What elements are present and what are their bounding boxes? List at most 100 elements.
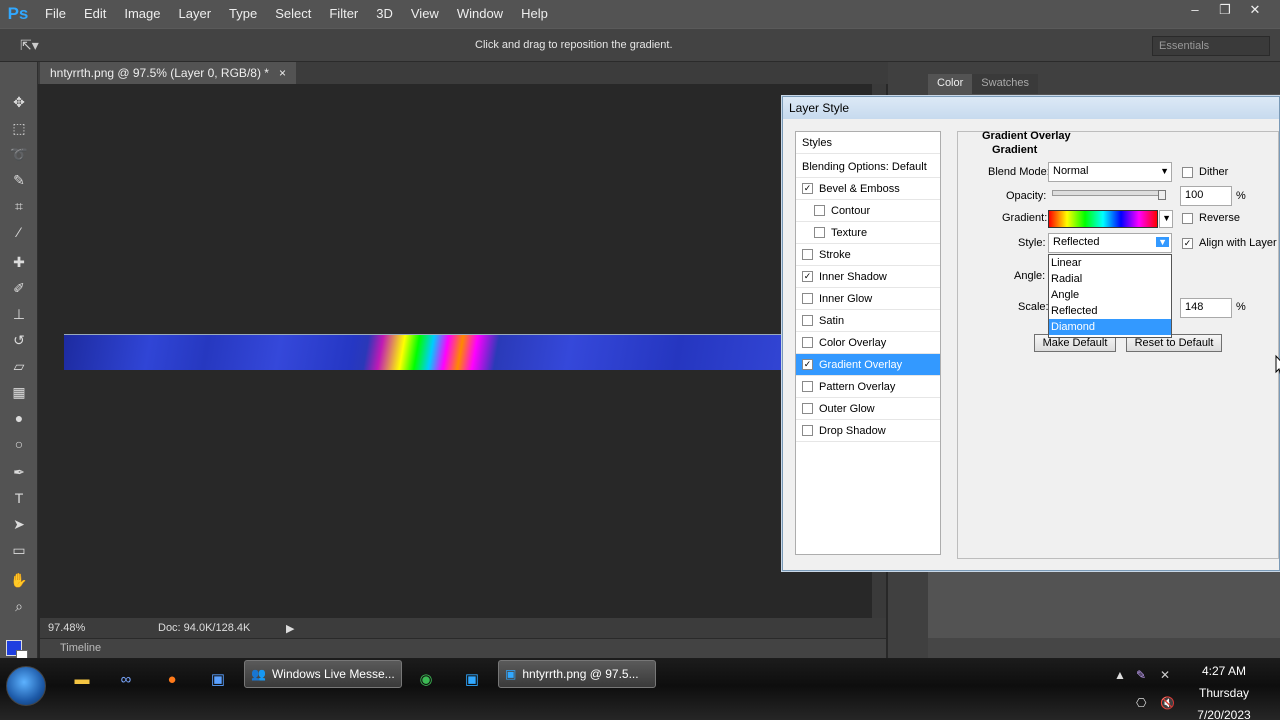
style-item-color-overlay[interactable]: Color Overlay	[796, 332, 940, 354]
style-item-inner-shadow[interactable]: ✓ Inner Shadow	[796, 266, 940, 288]
tray-close-icon[interactable]: ✕	[1160, 668, 1170, 682]
reverse-box[interactable]	[1182, 212, 1193, 224]
dodge-tool-icon[interactable]: ○	[9, 434, 29, 454]
healing-brush-icon[interactable]: ✚	[9, 252, 29, 272]
style-option-linear[interactable]: Linear	[1049, 255, 1171, 271]
checkbox-contour[interactable]	[814, 205, 825, 216]
lasso-tool-icon[interactable]: ➰	[9, 144, 29, 164]
workspace-switcher[interactable]: Essentials	[1152, 36, 1270, 56]
canvas-area[interactable]	[40, 84, 872, 618]
gradient-tool-icon[interactable]: ▦	[9, 382, 29, 402]
checkbox-pattern-overlay[interactable]	[802, 381, 813, 392]
rectangle-tool-icon[interactable]: ▭	[9, 540, 29, 560]
pen-tray-icon[interactable]: ✎	[1136, 668, 1146, 682]
timeline-panel[interactable]: Timeline	[40, 638, 886, 658]
checkbox-inner-shadow[interactable]: ✓	[802, 271, 813, 282]
style-item-stroke[interactable]: Stroke	[796, 244, 940, 266]
crop-tool-icon[interactable]: ⌗	[9, 196, 29, 216]
scale-input[interactable]: 148	[1180, 298, 1232, 318]
style-item-contour[interactable]: Contour	[796, 200, 940, 222]
menu-layer[interactable]: Layer	[170, 0, 221, 28]
checkbox-inner-glow[interactable]	[802, 293, 813, 304]
start-button[interactable]	[6, 666, 46, 706]
blend-mode-select[interactable]: Normal ▼	[1048, 162, 1172, 182]
opacity-slider[interactable]	[1052, 190, 1164, 196]
link-app-icon[interactable]: ∞	[110, 665, 142, 693]
firefox-icon[interactable]: ●	[156, 665, 188, 693]
menu-image[interactable]: Image	[115, 0, 169, 28]
checkbox-satin[interactable]	[802, 315, 813, 326]
path-select-icon[interactable]: ➤	[9, 514, 29, 534]
blending-options-item[interactable]: Blending Options: Default	[796, 156, 940, 178]
style-item-inner-glow[interactable]: Inner Glow	[796, 288, 940, 310]
align-with-layer-checkbox[interactable]: ✓ Align with Layer	[1182, 237, 1277, 249]
brush-tool-icon[interactable]: ✐	[9, 278, 29, 298]
style-item-pattern-overlay[interactable]: Pattern Overlay	[796, 376, 940, 398]
menu-type[interactable]: Type	[220, 0, 266, 28]
document-tab[interactable]: hntyrrth.png @ 97.5% (Layer 0, RGB/8) * …	[40, 62, 296, 84]
pen-tool-icon[interactable]: ✒	[9, 462, 29, 482]
history-brush-icon[interactable]: ↺	[9, 330, 29, 350]
restore-button[interactable]: ❐	[1210, 0, 1240, 20]
menu-filter[interactable]: Filter	[320, 0, 367, 28]
volume-muted-icon[interactable]: 🔇	[1160, 696, 1175, 710]
move-tool-preset-icon[interactable]: ⇱▾	[20, 37, 39, 54]
dither-checkbox[interactable]: Dither	[1182, 166, 1228, 178]
eraser-tool-icon[interactable]: ▱	[9, 356, 29, 376]
style-item-drop-shadow[interactable]: Drop Shadow	[796, 420, 940, 442]
chrome-icon[interactable]: ◉	[410, 665, 442, 693]
style-option-radial[interactable]: Radial	[1049, 271, 1171, 287]
checkbox-stroke[interactable]	[802, 249, 813, 260]
close-tab-icon[interactable]: ×	[279, 66, 286, 80]
tab-color[interactable]: Color	[928, 74, 973, 94]
type-tool-icon[interactable]: T	[9, 488, 29, 508]
task-windows-live-messenger[interactable]: 👥 Windows Live Messe...	[244, 660, 402, 688]
system-clock[interactable]: 4:27 AM Thursday 7/20/2023	[1186, 660, 1262, 720]
style-item-gradient-overlay[interactable]: ✓ Gradient Overlay	[796, 354, 940, 376]
zoom-level[interactable]: 97.48%	[48, 622, 85, 634]
style-item-bevel-emboss[interactable]: ✓ Bevel & Emboss	[796, 178, 940, 200]
status-menu-arrow-icon[interactable]: ▶	[286, 622, 294, 635]
menu-edit[interactable]: Edit	[75, 0, 115, 28]
app-icon[interactable]: ▣	[202, 665, 234, 693]
checkbox-texture[interactable]	[814, 227, 825, 238]
blur-tool-icon[interactable]: ●	[9, 408, 29, 428]
move-tool-icon[interactable]: ✥	[9, 92, 29, 112]
style-select[interactable]: Reflected ▼	[1048, 233, 1172, 253]
eyedropper-tool-icon[interactable]: ⁄	[9, 222, 29, 242]
menu-3d[interactable]: 3D	[367, 0, 402, 28]
gradient-preview-swatch[interactable]	[1048, 210, 1158, 228]
dither-box[interactable]	[1182, 166, 1193, 178]
reverse-checkbox[interactable]: Reverse	[1182, 212, 1240, 224]
styles-header[interactable]: Styles	[796, 132, 940, 154]
photoshop-taskbar-icon[interactable]: ▣	[456, 665, 488, 693]
checkbox-drop-shadow[interactable]	[802, 425, 813, 436]
show-hidden-icons[interactable]: ▲	[1114, 668, 1126, 682]
checkbox-bevel-emboss[interactable]: ✓	[802, 183, 813, 194]
style-option-angle[interactable]: Angle	[1049, 287, 1171, 303]
checkbox-color-overlay[interactable]	[802, 337, 813, 348]
align-box[interactable]: ✓	[1182, 237, 1193, 249]
hand-tool-icon[interactable]: ✋	[9, 570, 29, 590]
network-icon[interactable]: ⎔	[1136, 696, 1146, 710]
file-explorer-icon[interactable]: ▬	[66, 665, 98, 693]
opacity-slider-thumb[interactable]	[1158, 190, 1166, 200]
menu-window[interactable]: Window	[448, 0, 512, 28]
opacity-input[interactable]: 100	[1180, 186, 1232, 206]
zoom-tool-icon[interactable]: ⌕	[9, 596, 29, 616]
menu-file[interactable]: File	[36, 0, 75, 28]
menu-help[interactable]: Help	[512, 0, 557, 28]
task-photoshop-document[interactable]: ▣ hntyrrth.png @ 97.5...	[498, 660, 656, 688]
style-option-diamond[interactable]: Diamond	[1049, 319, 1171, 335]
style-item-texture[interactable]: Texture	[796, 222, 940, 244]
style-item-satin[interactable]: Satin	[796, 310, 940, 332]
stamp-tool-icon[interactable]: ⊥	[9, 304, 29, 324]
gradient-picker-button[interactable]: ▼	[1159, 210, 1173, 228]
gradient-banner-image[interactable]	[64, 334, 784, 370]
minimize-button[interactable]: –	[1180, 0, 1210, 20]
menu-view[interactable]: View	[402, 0, 448, 28]
checkbox-gradient-overlay[interactable]: ✓	[802, 359, 813, 370]
close-button[interactable]: ✕	[1240, 0, 1270, 20]
menu-select[interactable]: Select	[266, 0, 320, 28]
style-item-outer-glow[interactable]: Outer Glow	[796, 398, 940, 420]
